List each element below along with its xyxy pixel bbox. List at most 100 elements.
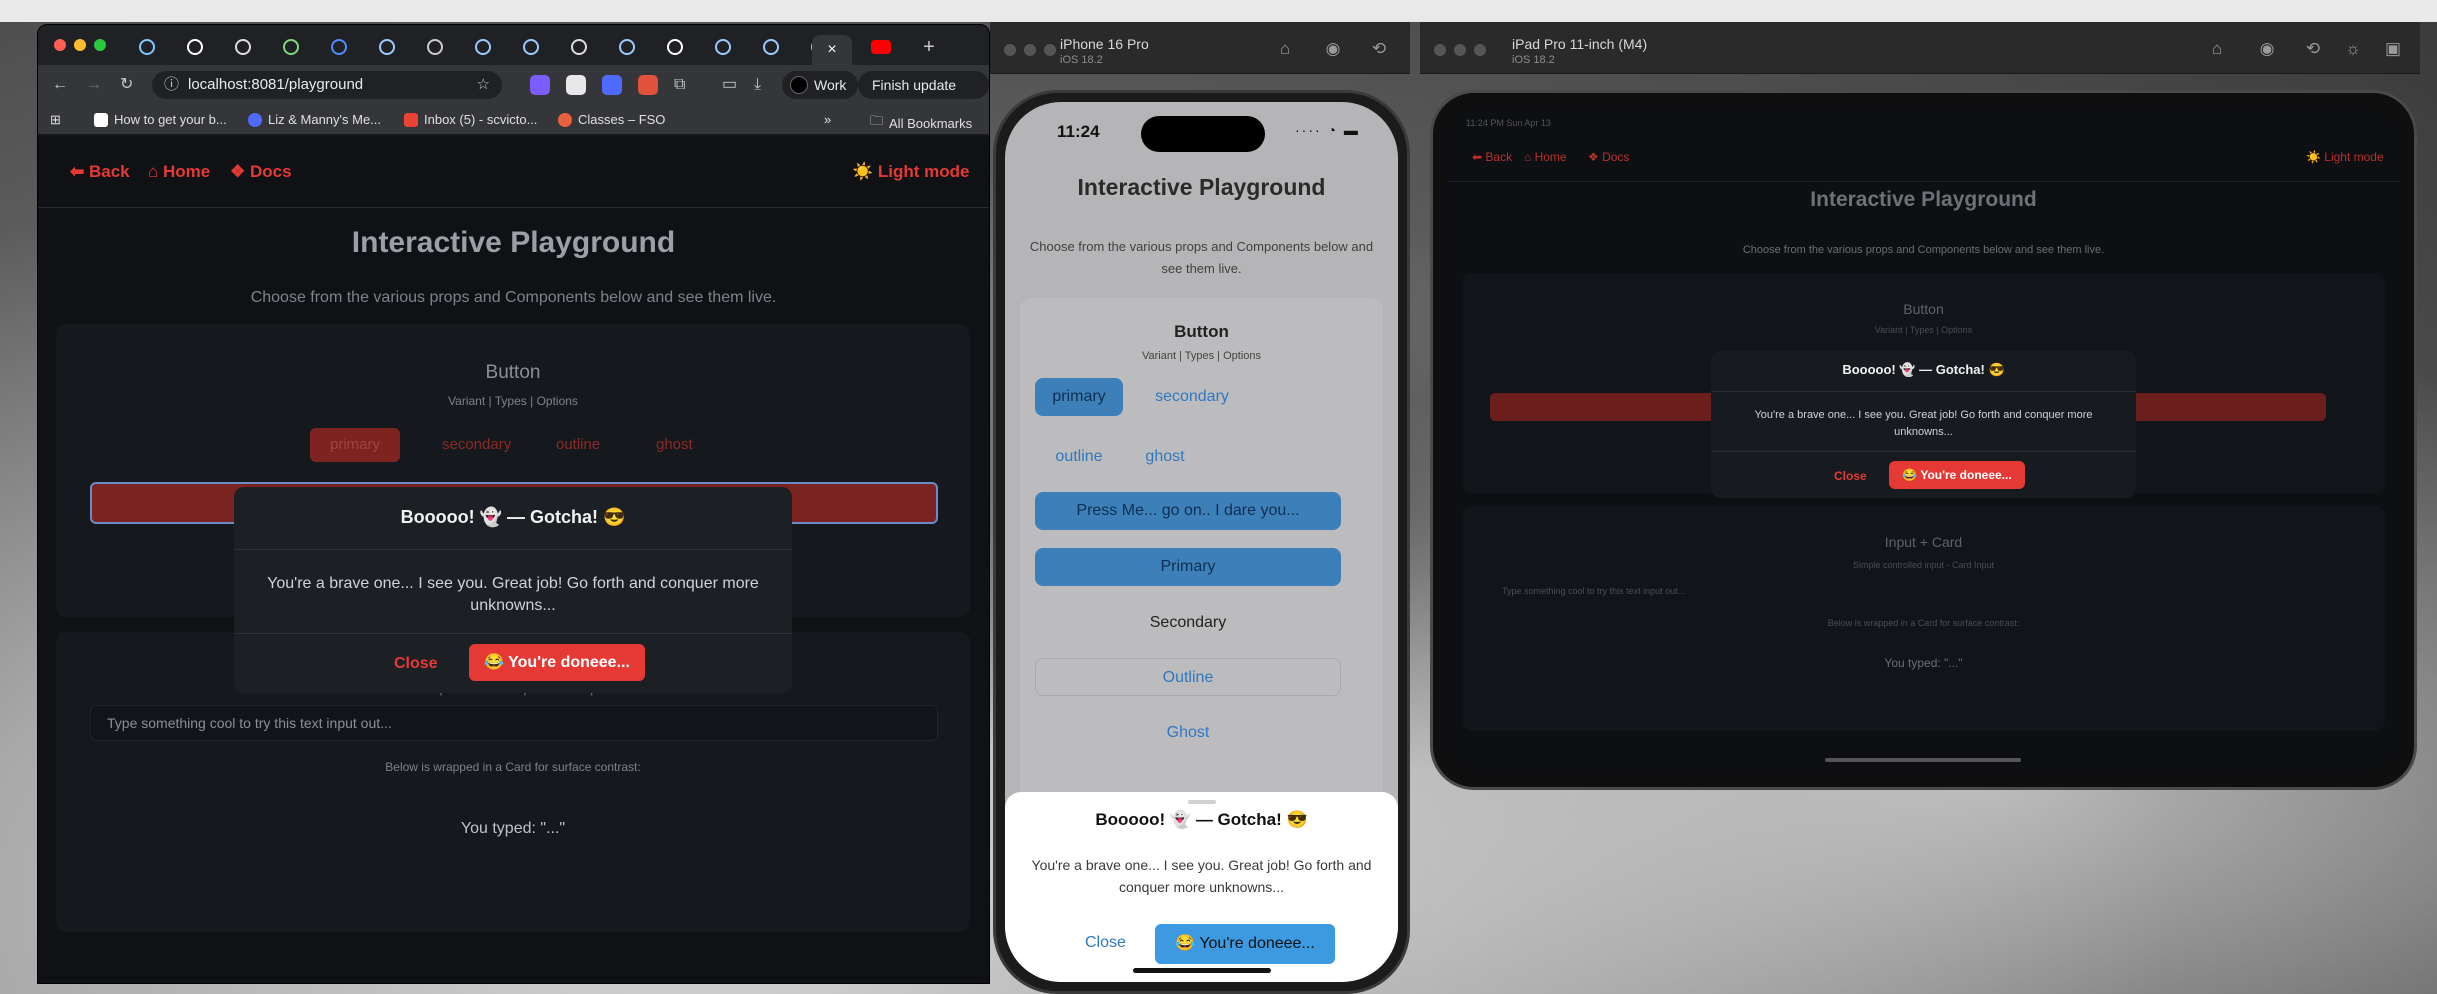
browser-tab[interactable] <box>610 35 644 59</box>
card-note: Below is wrapped in a Card for surface c… <box>385 760 641 774</box>
variant-secondary-button[interactable]: secondary <box>442 436 511 453</box>
variant-ghost-button[interactable]: ghost <box>1120 438 1210 476</box>
rotate-icon[interactable]: ⟲ <box>2302 38 2324 60</box>
home-icon[interactable]: ⌂ <box>2206 38 2228 60</box>
secondary-button[interactable]: Secondary <box>1035 604 1341 642</box>
rotate-icon[interactable]: ⟲ <box>1368 38 1390 60</box>
extension-icon[interactable] <box>566 75 586 95</box>
browser-tab[interactable] <box>562 35 596 59</box>
back-arrow-icon[interactable]: ← <box>52 75 68 95</box>
variant-primary-button[interactable]: primary <box>310 428 400 462</box>
modal-body: You're a brave one... I see you. Great j… <box>1031 857 1372 895</box>
dynamic-island <box>1141 116 1265 152</box>
variant-primary-button[interactable]: primary <box>1035 378 1123 416</box>
modal-body: You're a brave one... I see you. Great j… <box>267 575 759 614</box>
outline-button[interactable]: Outline <box>1035 658 1341 696</box>
variant-outline-button[interactable]: outline <box>556 436 600 453</box>
bookmark-label: Inbox (5) - scvicto... <box>424 112 538 127</box>
bookmarks-overflow[interactable]: » <box>824 112 831 127</box>
youtube-tab[interactable] <box>864 35 898 59</box>
modal-confirm-button[interactable]: 😂 You're doneee... <box>469 644 645 681</box>
extensions-puzzle-icon[interactable]: ⧉ <box>674 75 685 95</box>
section-caption: Variant | Types | Options <box>1874 325 1973 335</box>
docs-link[interactable]: ❖ Docs <box>1588 150 1629 164</box>
sheet-grabber[interactable] <box>1188 800 1216 804</box>
section-title: Button <box>1174 322 1229 341</box>
modal-close-button[interactable]: Close <box>394 655 438 673</box>
profile-label: Work <box>814 77 847 93</box>
browser-tab[interactable] <box>274 35 308 59</box>
back-link[interactable]: ⬅ Back <box>1472 150 1512 164</box>
finish-update-label: Finish update <box>872 77 957 93</box>
section-title: Button <box>485 362 541 383</box>
menu-bar-strip <box>0 0 2437 22</box>
modal-confirm-button[interactable]: 😂 You're doneee... <box>1155 924 1335 964</box>
home-link[interactable]: ⌂ Home <box>148 162 210 182</box>
appearance-icon[interactable]: ☼ <box>2342 38 2364 60</box>
browser-tab[interactable] <box>754 35 788 59</box>
text-input[interactable]: Type something cool to try this text inp… <box>1502 586 1685 596</box>
youtube-icon <box>871 40 891 54</box>
address-bar[interactable]: ⓘ localhost:8081/playground ☆ <box>152 71 502 99</box>
bookmark-item[interactable]: Classes – FSO <box>558 112 665 127</box>
bookmark-item[interactable]: Inbox (5) - scvicto... <box>404 112 537 127</box>
ghost-button[interactable]: Ghost <box>1035 714 1341 752</box>
browser-tab[interactable] <box>706 35 740 59</box>
all-bookmarks[interactable]: 🗀 All Bookmarks <box>870 112 972 134</box>
extension-icon[interactable] <box>530 75 550 95</box>
site-info-icon[interactable]: ⓘ <box>164 71 179 99</box>
profile-button[interactable]: Work <box>782 71 859 99</box>
close-window-button[interactable] <box>54 39 66 51</box>
stop-icon[interactable]: ▣ <box>2382 38 2404 60</box>
modal-close-button[interactable]: Close <box>1085 934 1126 952</box>
browser-tab[interactable] <box>658 35 692 59</box>
browser-tab[interactable] <box>466 35 500 59</box>
variant-outline-button[interactable]: outline <box>1035 438 1123 476</box>
extension-icon[interactable] <box>602 75 622 95</box>
primary-button[interactable]: Primary <box>1035 548 1341 586</box>
variant-secondary-button[interactable]: secondary <box>1132 378 1252 416</box>
new-tab-button[interactable]: + <box>912 35 946 59</box>
close-tab-icon[interactable]: × <box>827 41 836 59</box>
variant-ghost-button[interactable]: ghost <box>656 436 693 453</box>
browser-tab[interactable] <box>130 35 164 59</box>
browser-tab[interactable] <box>226 35 260 59</box>
cast-icon[interactable]: ▭ <box>722 75 737 95</box>
browser-tab[interactable] <box>418 35 452 59</box>
reload-icon[interactable]: ↻ <box>120 75 133 95</box>
zoom-window-button[interactable] <box>94 39 106 51</box>
back-link[interactable]: ⬅ Back <box>70 162 130 182</box>
modal-close-button[interactable]: Close <box>1834 469 1867 483</box>
home-icon[interactable]: ⌂ <box>1274 38 1296 60</box>
extension-icon[interactable] <box>638 75 658 95</box>
folder-icon: 🗀 <box>870 113 884 128</box>
docs-link[interactable]: ❖ Docs <box>230 162 292 182</box>
minimize-window-button[interactable] <box>74 39 86 51</box>
window-controls[interactable] <box>1434 44 1486 56</box>
iphone-device: 11:24 ···· ◔ ▬ Interactive Playground Ch… <box>993 90 1410 994</box>
light-mode-toggle[interactable]: ☀️ Light mode <box>2306 150 2384 164</box>
screenshot-icon[interactable]: ◉ <box>1322 38 1344 60</box>
press-me-button[interactable]: Press Me... go on.. I dare you... <box>1035 492 1341 530</box>
forward-arrow-icon[interactable]: → <box>86 75 102 95</box>
bookmark-star-icon[interactable]: ☆ <box>477 71 490 99</box>
ipad-sim-name: iPad Pro 11-inch (M4) <box>1512 36 1648 52</box>
active-tab-close[interactable]: × <box>812 35 852 65</box>
modal-dialog: Booooo! 👻 — Gotcha! 😎 You're a brave one… <box>1711 351 2136 498</box>
finish-update-button[interactable]: Finish update ⋮ <box>858 71 989 121</box>
bookmark-item[interactable]: Liz & Manny's Me... <box>248 112 381 127</box>
text-input[interactable]: Type something cool to try this text inp… <box>90 705 938 741</box>
page-title: Interactive Playground <box>1810 188 2037 211</box>
light-mode-toggle[interactable]: ☀️ Light mode <box>852 162 970 182</box>
home-link[interactable]: ⌂ Home <box>1524 150 1567 164</box>
browser-tab[interactable] <box>514 35 548 59</box>
apps-grid-icon[interactable]: ⊞ <box>50 112 61 128</box>
browser-tab[interactable] <box>178 35 212 59</box>
bookmark-item[interactable]: How to get your b... <box>94 112 227 127</box>
download-icon[interactable]: ⤓ <box>754 75 761 95</box>
screenshot-icon[interactable]: ◉ <box>2256 38 2278 60</box>
modal-confirm-button[interactable]: 😂 You're doneee... <box>1889 461 2025 489</box>
browser-tab[interactable] <box>322 35 356 59</box>
window-controls[interactable] <box>1004 44 1056 56</box>
browser-tab[interactable] <box>370 35 404 59</box>
